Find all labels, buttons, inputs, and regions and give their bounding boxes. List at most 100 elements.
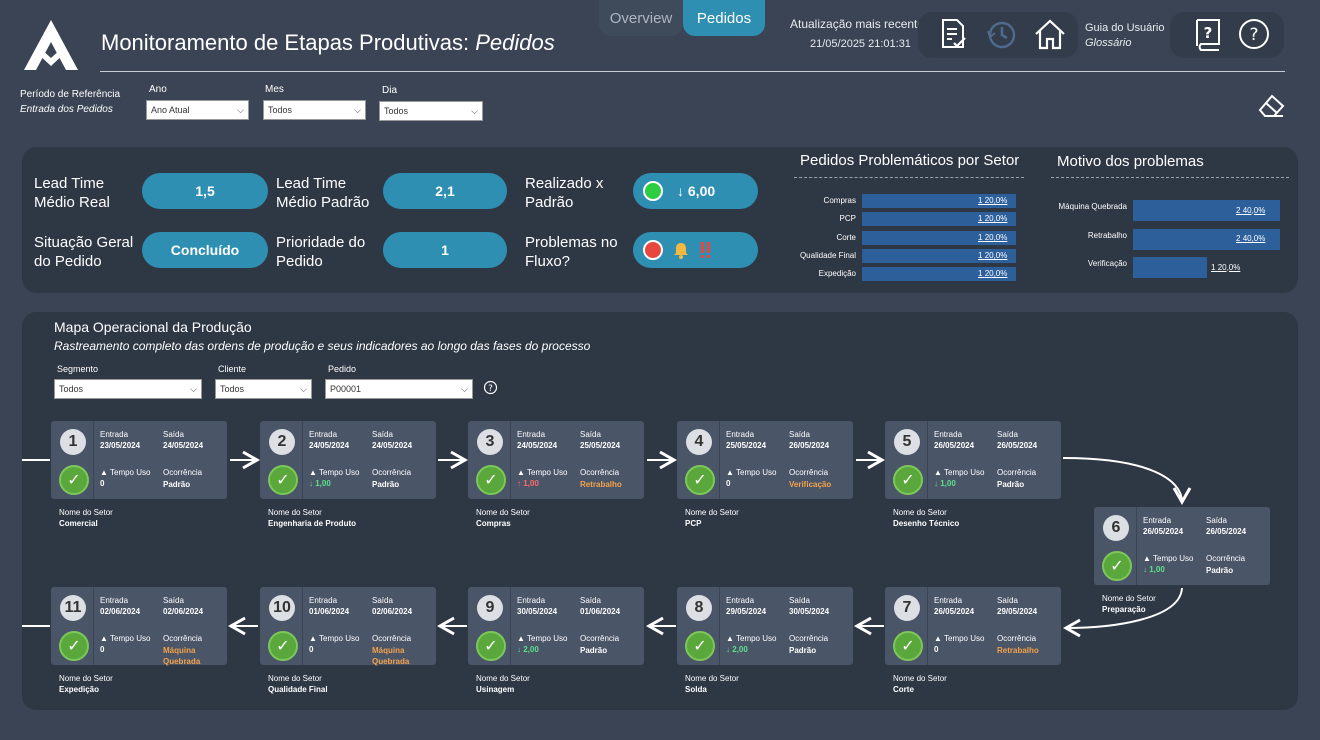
sector-label: Nome do Setor [59,674,113,683]
tempo-label: ▲ Tempo Uso [309,634,360,643]
entrada-value: 26/05/2024 [1143,527,1184,536]
sector-value: PCP [685,519,702,528]
sector-value: Corte [893,685,914,694]
check-icon: ✓ [59,465,89,495]
check-icon: ✓ [1102,551,1132,581]
stage-card[interactable]: 11 ✓ Entrada 02/06/2024 Saída 02/06/2024 ▲ Tem… [51,587,227,666]
tempo-value: ↓ 2,00 [517,645,539,654]
tempo-value: 0 [100,479,105,488]
sector-label: Nome do Setor [893,508,947,517]
stage-card[interactable]: 2 ✓ Entrada 24/05/2024 Saída 24/05/2024 ▲ Temp… [260,421,436,499]
saida-value: 26/05/2024 [997,441,1038,450]
sector-value: Engenharia de Produto [268,519,357,528]
ocorrencia-label: Ocorrência [163,468,203,477]
entrada-label: Entrada [934,596,963,605]
stage-card[interactable]: 3 ✓ Entrada 24/05/2024 Saída 25/05/2024 ▲ Temp… [468,421,644,499]
sector-label: Nome do Setor [685,674,739,683]
check-icon: ✓ [893,465,923,495]
dia-select[interactable]: Todos ⌵ [379,101,483,121]
card-divider [93,421,94,499]
entrada-label: Entrada [726,430,755,439]
stage-card[interactable]: 8 ✓ Entrada 29/05/2024 Saída 30/05/2024 ▲ Temp… [677,587,853,665]
check-icon: ✓ [685,465,715,495]
ocorrencia-label: Ocorrência [997,634,1037,643]
stage-number: 1 [60,429,86,455]
segmento-label: Segmento [57,364,99,374]
stage-card[interactable]: 9 ✓ Entrada 30/05/2024 Saída 01/06/2024 ▲ Temp… [468,587,644,665]
guide-label[interactable]: Guia do Usuário [1085,22,1165,34]
reasons-chart-divider [1051,177,1289,178]
stage-card[interactable]: 1 ✓ Entrada 23/05/2024 Saída 24/05/2024 ▲ Temp… [51,421,227,499]
sector-label: Nome do Setor [476,508,530,517]
saida-value: 25/05/2024 [580,441,621,450]
tempo-value: 0 [934,645,939,654]
situacao-label: Situação Geral do Pedido [34,234,134,270]
tempo-value: 0 [100,645,105,654]
saida-label: Saída [1206,516,1227,525]
tempo-label: ▲ Tempo Uso [517,468,568,477]
ocorrencia-value: Verificação [789,480,832,489]
saida-label: Saída [372,596,393,605]
tab-overview[interactable]: Overview [599,0,683,36]
ano-select[interactable]: Ano Atual ⌵ [146,100,249,120]
tempo-value: ↑ 1,00 [517,479,539,488]
sector-label: Nome do Setor [268,674,322,683]
reason-row[interactable]: Retrabalho 2 40,0% [1050,228,1320,250]
check-icon: ✓ [685,631,715,661]
home-icon[interactable] [1032,17,1068,53]
saida-label: Saída [372,430,393,439]
reason-value: 2 40,0% [1236,234,1266,243]
saida-value: 24/05/2024 [372,441,413,450]
ocorrencia-value: Máquina Quebrada [163,646,201,666]
pedido-help-icon[interactable]: ? [483,380,498,395]
stage-card[interactable]: 7 ✓ Entrada 26/05/2024 Saída 29/05/2024 ▲ Temp… [885,587,1061,665]
cliente-select[interactable]: Todos ⌵ [215,379,312,399]
stage-card[interactable]: 6 ✓ Entrada 26/05/2024 Saída 26/05/2024 ▲ Temp… [1094,507,1270,585]
glossary-label[interactable]: Glossário [1085,37,1131,49]
mes-label: Mes [265,84,284,95]
sector-label: Nome do Setor [893,674,947,683]
ocorrencia-value: Retrabalho [580,480,622,489]
mes-select[interactable]: Todos ⌵ [263,100,366,120]
sector-value: Qualidade Final [268,685,328,694]
check-icon: ✓ [268,465,298,495]
eraser-icon[interactable] [1256,92,1286,120]
problemas-label: Problemas no Fluxo? [525,234,618,270]
reason-value: 1 20,0% [1211,262,1241,272]
svg-text:?: ? [1204,24,1213,42]
ocorrencia-value: Padrão [997,480,1025,489]
stage-card[interactable]: 5 ✓ Entrada 26/05/2024 Saída 26/05/2024 ▲ Temp… [885,421,1061,499]
entrada-value: 30/05/2024 [517,607,558,616]
lead-padrao-label: Lead Time Médio Padrão [276,175,370,211]
card-divider [93,587,94,665]
glossary-book-icon[interactable]: ? [1190,16,1226,52]
entrada-value: 23/05/2024 [100,441,141,450]
tempo-label: ▲ Tempo Uso [726,634,777,643]
saida-label: Saída [789,430,810,439]
stage-card[interactable]: 10 ✓ Entrada 01/06/2024 Saída 02/06/2024 ▲ Tem… [260,587,436,666]
tab-pedidos[interactable]: Pedidos [683,0,765,36]
reason-row[interactable]: Verificação 1 20,0% [1050,257,1320,278]
entrada-label: Entrada [100,430,129,439]
tempo-value: ↓ 1,00 [309,479,331,488]
tempo-label: ▲ Tempo Uso [100,468,151,477]
pedido-select[interactable]: P00001 ⌵ [325,379,473,399]
entrada-label: Entrada [309,596,338,605]
ocorrencia-value: Padrão [163,480,191,489]
stage-card[interactable]: 4 ✓ Entrada 25/05/2024 Saída 26/05/2024 ▲ Temp… [677,421,853,499]
tempo-label: ▲ Tempo Uso [100,634,151,643]
stage-number: 10 [269,595,295,621]
ocorrencia-label: Ocorrência [580,634,620,643]
svg-text:?: ? [1249,25,1258,45]
saida-label: Saída [163,596,184,605]
card-divider [302,421,303,499]
report-check-icon[interactable] [935,17,971,53]
sector-label: Compras [823,196,856,205]
segmento-select[interactable]: Todos ⌵ [54,379,202,399]
help-icon[interactable]: ? [1236,16,1272,52]
history-icon[interactable] [984,17,1020,53]
reason-row[interactable]: Máquina Quebrada 2 40,0% [1050,200,1320,221]
stage-number: 5 [894,429,920,455]
ocorrencia-label: Ocorrência [789,468,829,477]
stage-number: 8 [686,595,712,621]
